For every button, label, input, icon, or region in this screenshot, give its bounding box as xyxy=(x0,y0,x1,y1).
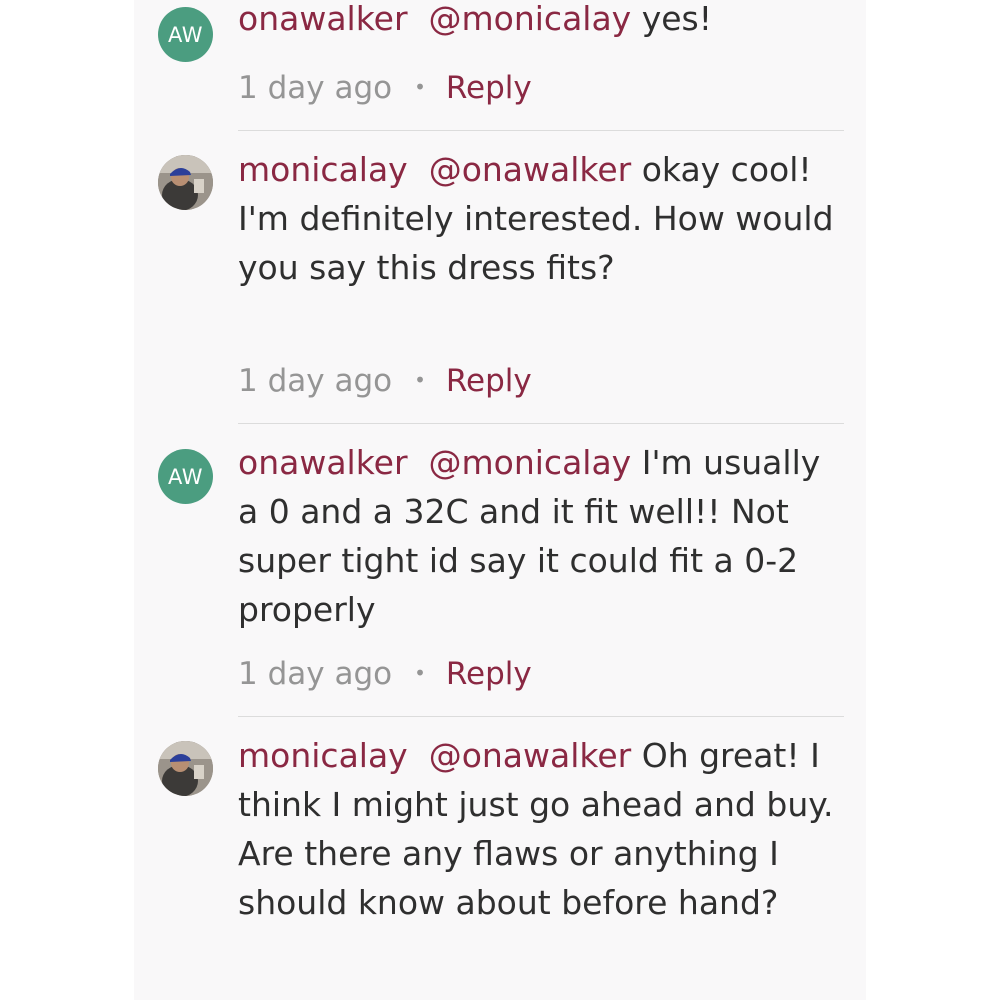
comment-mention[interactable]: @onawalker xyxy=(429,150,632,189)
comment-body: yes! xyxy=(641,0,712,38)
avatar[interactable]: AW xyxy=(158,449,213,504)
reply-button[interactable]: Reply xyxy=(446,656,532,692)
user-photo-icon xyxy=(158,155,213,210)
comments-panel: AW onawalker @monicalay yes! 1 day ago • R… xyxy=(134,0,866,1000)
avatar[interactable]: AW xyxy=(158,7,213,62)
comment-author[interactable]: monicalay xyxy=(238,736,408,775)
comment-author[interactable]: monicalay xyxy=(238,150,408,189)
separator-dot: • xyxy=(414,368,426,392)
comment-text: monicalay @onawalker okay cool! I'm defi… xyxy=(238,145,838,292)
comment-meta: 1 day ago • Reply xyxy=(238,67,532,108)
avatar[interactable] xyxy=(158,155,213,210)
separator-dot: • xyxy=(414,661,426,685)
comment-meta: 1 day ago • Reply xyxy=(238,360,532,401)
comment-timestamp: 1 day ago xyxy=(238,70,393,106)
user-photo-icon xyxy=(158,741,213,796)
avatar[interactable] xyxy=(158,741,213,796)
separator-dot: • xyxy=(414,75,426,99)
comment-author[interactable]: onawalker xyxy=(238,0,408,38)
comment-author[interactable]: onawalker xyxy=(238,443,408,482)
divider xyxy=(238,423,844,424)
divider xyxy=(238,130,844,131)
comment-timestamp: 1 day ago xyxy=(238,656,393,692)
avatar-initials: AW xyxy=(168,464,203,489)
avatar-initials: AW xyxy=(168,22,203,47)
reply-button[interactable]: Reply xyxy=(446,70,532,106)
comment-timestamp: 1 day ago xyxy=(238,363,393,399)
comment-mention[interactable]: @onawalker xyxy=(429,736,632,775)
comment-mention[interactable]: @monicalay xyxy=(429,443,632,482)
comment-text: onawalker @monicalay yes! xyxy=(238,0,838,43)
comment-text: monicalay @onawalker Oh great! I think I… xyxy=(238,731,838,927)
divider xyxy=(238,716,844,717)
reply-button[interactable]: Reply xyxy=(446,363,532,399)
comment-mention[interactable]: @monicalay xyxy=(429,0,632,38)
comment-meta: 1 day ago • Reply xyxy=(238,653,532,694)
comment-text: onawalker @monicalay I'm usually a 0 and… xyxy=(238,438,838,634)
